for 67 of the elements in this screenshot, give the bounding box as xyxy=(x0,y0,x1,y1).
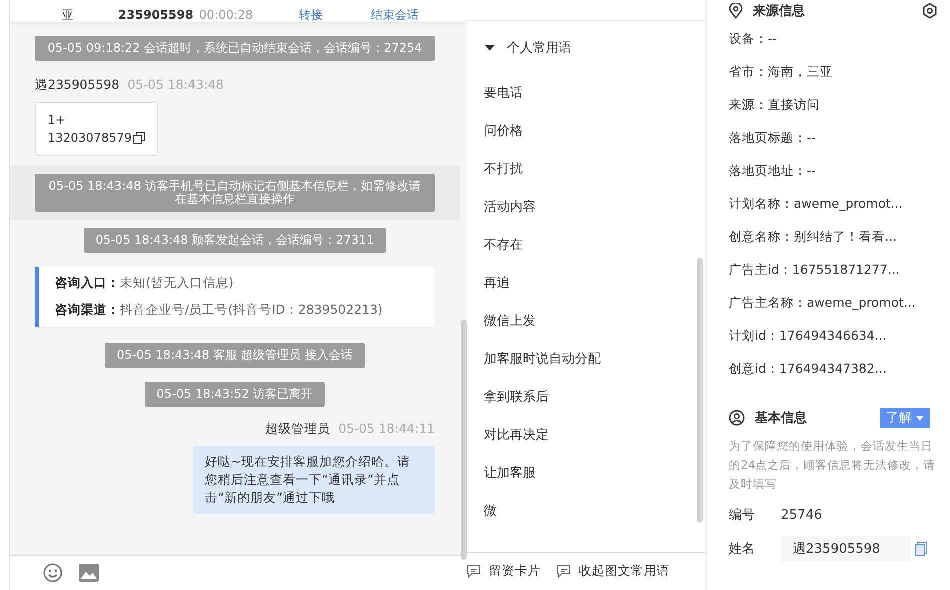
info-label: 咨询渠道： xyxy=(55,302,120,317)
phrase-item[interactable]: 加客服时说自动分配 xyxy=(467,341,696,379)
copy-icon[interactable] xyxy=(132,132,145,144)
source-info-row-text: 落地页地址：-- xyxy=(729,162,818,180)
settings-icon[interactable] xyxy=(922,3,938,19)
source-info-row-text: 落地页标题：-- xyxy=(729,129,818,147)
section-title: 基本信息 xyxy=(755,410,807,427)
info-value: 抖音企业号/员工号(抖音号ID：2839502213) xyxy=(120,302,383,317)
info-value: 未知(暂无入口信息) xyxy=(120,275,234,290)
phrase-item[interactable]: 对比再决定 xyxy=(467,417,696,455)
phrase-item[interactable]: 拿到联系后 xyxy=(467,379,696,417)
section-title: 来源信息 xyxy=(753,3,805,20)
header-action-link[interactable]: 结束会话 xyxy=(370,8,419,22)
scrollbar-thumb[interactable] xyxy=(461,320,467,560)
source-info-row-text: 广告主名称：aweme_promot... xyxy=(729,294,917,312)
phrase-item[interactable]: 让加客服 xyxy=(467,455,696,493)
field-label: 编号 xyxy=(729,507,756,524)
header-action-link[interactable]: 转接 xyxy=(298,8,323,22)
phrase-item[interactable]: 不打扰 xyxy=(467,151,696,189)
toolbar-button[interactable]: 收起图文常用语 xyxy=(557,563,670,580)
phrase-item[interactable]: 微信上发 xyxy=(467,303,696,341)
toolbar-button[interactable]: 留资卡片 xyxy=(467,563,541,580)
source-info-row-text: 设备：-- xyxy=(729,30,778,48)
comment-icon xyxy=(467,565,481,578)
source-info-row-text: 来源：直接访问 xyxy=(729,96,821,114)
phrase-group-toggle[interactable]: 个人常用语 xyxy=(467,21,706,63)
scrollbar-thumb[interactable] xyxy=(697,258,703,523)
system-message: 05-05 09:18:22 会话超时，系统已自动结束会话，会话编号：27254 xyxy=(35,36,435,61)
name-input-field[interactable]: 遇235905598 xyxy=(781,536,911,562)
phrase-item[interactable]: 活动内容 xyxy=(467,189,696,227)
field-value: 25746 xyxy=(781,508,822,522)
session-timer: 00:00:28 xyxy=(199,8,254,22)
system-message: 05-05 18:43:52 访客已离开 xyxy=(144,382,326,407)
message-text: 1+ xyxy=(48,112,66,129)
message-text: 13203078579 xyxy=(48,130,132,147)
caret-icon xyxy=(485,45,495,51)
sender-name: 超级管理员 xyxy=(266,421,331,438)
visitor-id: 235905598 xyxy=(118,8,195,22)
caret-icon xyxy=(916,416,924,420)
message-time: 05-05 18:44:11 xyxy=(338,421,435,436)
system-message: 05-05 18:43:48 客服 超级管理员 接入会话 xyxy=(104,343,366,368)
source-info-row-text: 计划id：176494346634... xyxy=(729,327,888,345)
phrase-item[interactable]: 问价格 xyxy=(467,113,696,151)
source-info-row-text: 省市：海南，三亚 xyxy=(729,63,834,81)
emoji-icon[interactable] xyxy=(43,563,63,583)
phrase-item[interactable]: 微 xyxy=(467,493,696,531)
sender-name: 遇235905598 xyxy=(35,77,120,94)
system-message: 05-05 18:43:48 访客手机号已自动标记右侧基本信息栏，如需修改请在基本信息栏直接操作 xyxy=(35,174,435,212)
notice-text: 为了保障您的使用体验，会话发生当日的24点之后，顾客信息将无法修改，请及时填写 xyxy=(729,438,937,493)
image-icon[interactable] xyxy=(79,564,99,582)
visitor-name: 亚 xyxy=(62,8,75,22)
phrase-item[interactable]: 要电话 xyxy=(467,75,696,113)
phrase-item[interactable]: 再追 xyxy=(467,265,696,303)
system-message: 05-05 18:43:48 顾客发起会话，会话编号：27311 xyxy=(84,228,386,253)
user-icon xyxy=(729,410,745,426)
source-info-row-text: 创意名称：别纠结了！看看... xyxy=(729,228,898,246)
info-label: 咨询入口： xyxy=(55,275,120,290)
comment-icon xyxy=(557,565,571,578)
message-time: 05-05 18:43:48 xyxy=(128,77,224,92)
phrase-item[interactable]: 不存在 xyxy=(467,227,696,265)
source-info-row-text: 计划名称：aweme_promot... xyxy=(729,195,904,213)
message-bubble: 好哒~现在安排客服加您介绍哈。请您稍后注意查看一下“通讯录”并点击“新的朋友”通过下哦 xyxy=(193,446,435,514)
source-info-row-text: 创意id：176494347382... xyxy=(729,360,888,378)
location-pin-icon xyxy=(729,3,743,19)
source-info-row-text: 广告主id：167551871277... xyxy=(729,261,901,279)
field-label: 姓名 xyxy=(729,541,756,558)
group-label: 个人常用语 xyxy=(507,40,572,57)
